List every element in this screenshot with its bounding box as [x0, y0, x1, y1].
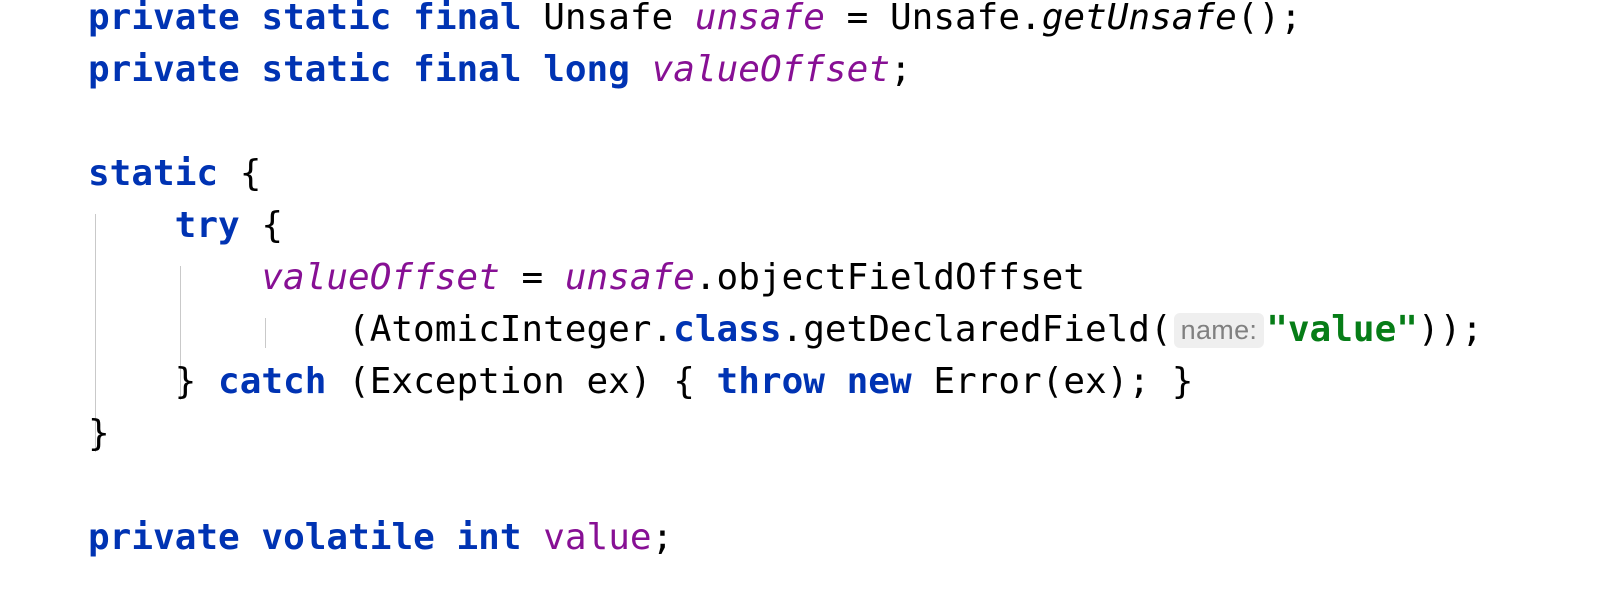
code-token: = Unsafe. [824, 0, 1042, 38]
code-line[interactable]: try { [175, 200, 283, 252]
code-token: valueOffset [261, 257, 500, 298]
code-token: getUnsafe [1041, 0, 1237, 38]
code-token: = [499, 257, 565, 298]
code-line[interactable]: valueOffset = unsafe.objectFieldOffset [261, 252, 1085, 304]
code-token: (AtomicInteger. [348, 309, 674, 350]
code-token: private [88, 0, 240, 38]
code-token: class [673, 309, 782, 350]
code-token: .getDeclaredField( [781, 309, 1172, 350]
code-token: new [846, 361, 912, 402]
code-token: Unsafe [521, 0, 695, 38]
code-line[interactable]: } catch (Exception ex) { throw new Error… [175, 356, 1194, 408]
code-editor-viewport: private static final Unsafe unsafe = Uns… [0, 0, 1622, 612]
code-line[interactable]: private static final Unsafe unsafe = Uns… [88, 0, 1302, 44]
code-token: Error(ex); } [911, 361, 1194, 402]
code-token: { [239, 205, 284, 246]
indent-guide-level-3 [265, 318, 266, 348]
parameter-name-hint[interactable]: name: [1173, 313, 1265, 348]
code-token: static [261, 0, 392, 38]
code-token: "value" [1266, 309, 1418, 350]
code-token: throw [716, 361, 825, 402]
code-token: unsafe [694, 0, 825, 38]
code-token: private [88, 517, 240, 558]
code-line[interactable]: private volatile int value; [88, 512, 673, 564]
code-token: ; [651, 517, 674, 558]
code-token: value [543, 517, 652, 558]
code-line[interactable]: static { [88, 148, 261, 200]
code-token: final [413, 0, 522, 38]
code-token: final [413, 49, 522, 90]
code-token: try [174, 205, 240, 246]
code-token: .objectFieldOffset [694, 257, 1085, 298]
code-line[interactable]: } [88, 408, 110, 460]
code-token: int [456, 517, 522, 558]
code-token: { [218, 153, 262, 194]
code-token: (Exception ex) { [326, 361, 717, 402]
code-token: (); [1236, 0, 1302, 38]
code-token: static [261, 49, 392, 90]
code-token: } [88, 413, 110, 454]
code-token: unsafe [564, 257, 695, 298]
code-token: private [88, 49, 240, 90]
code-token: catch [218, 361, 327, 402]
code-token: )); [1417, 309, 1483, 350]
code-token: volatile [261, 517, 435, 558]
code-line[interactable]: (AtomicInteger.class.getDeclaredField(na… [348, 304, 1483, 356]
code-line[interactable]: private static final long valueOffset; [88, 44, 912, 96]
code-token: long [543, 49, 630, 90]
code-token: static [88, 153, 219, 194]
code-token: } [174, 361, 219, 402]
code-token: ; [890, 49, 912, 90]
code-token: valueOffset [651, 49, 891, 90]
